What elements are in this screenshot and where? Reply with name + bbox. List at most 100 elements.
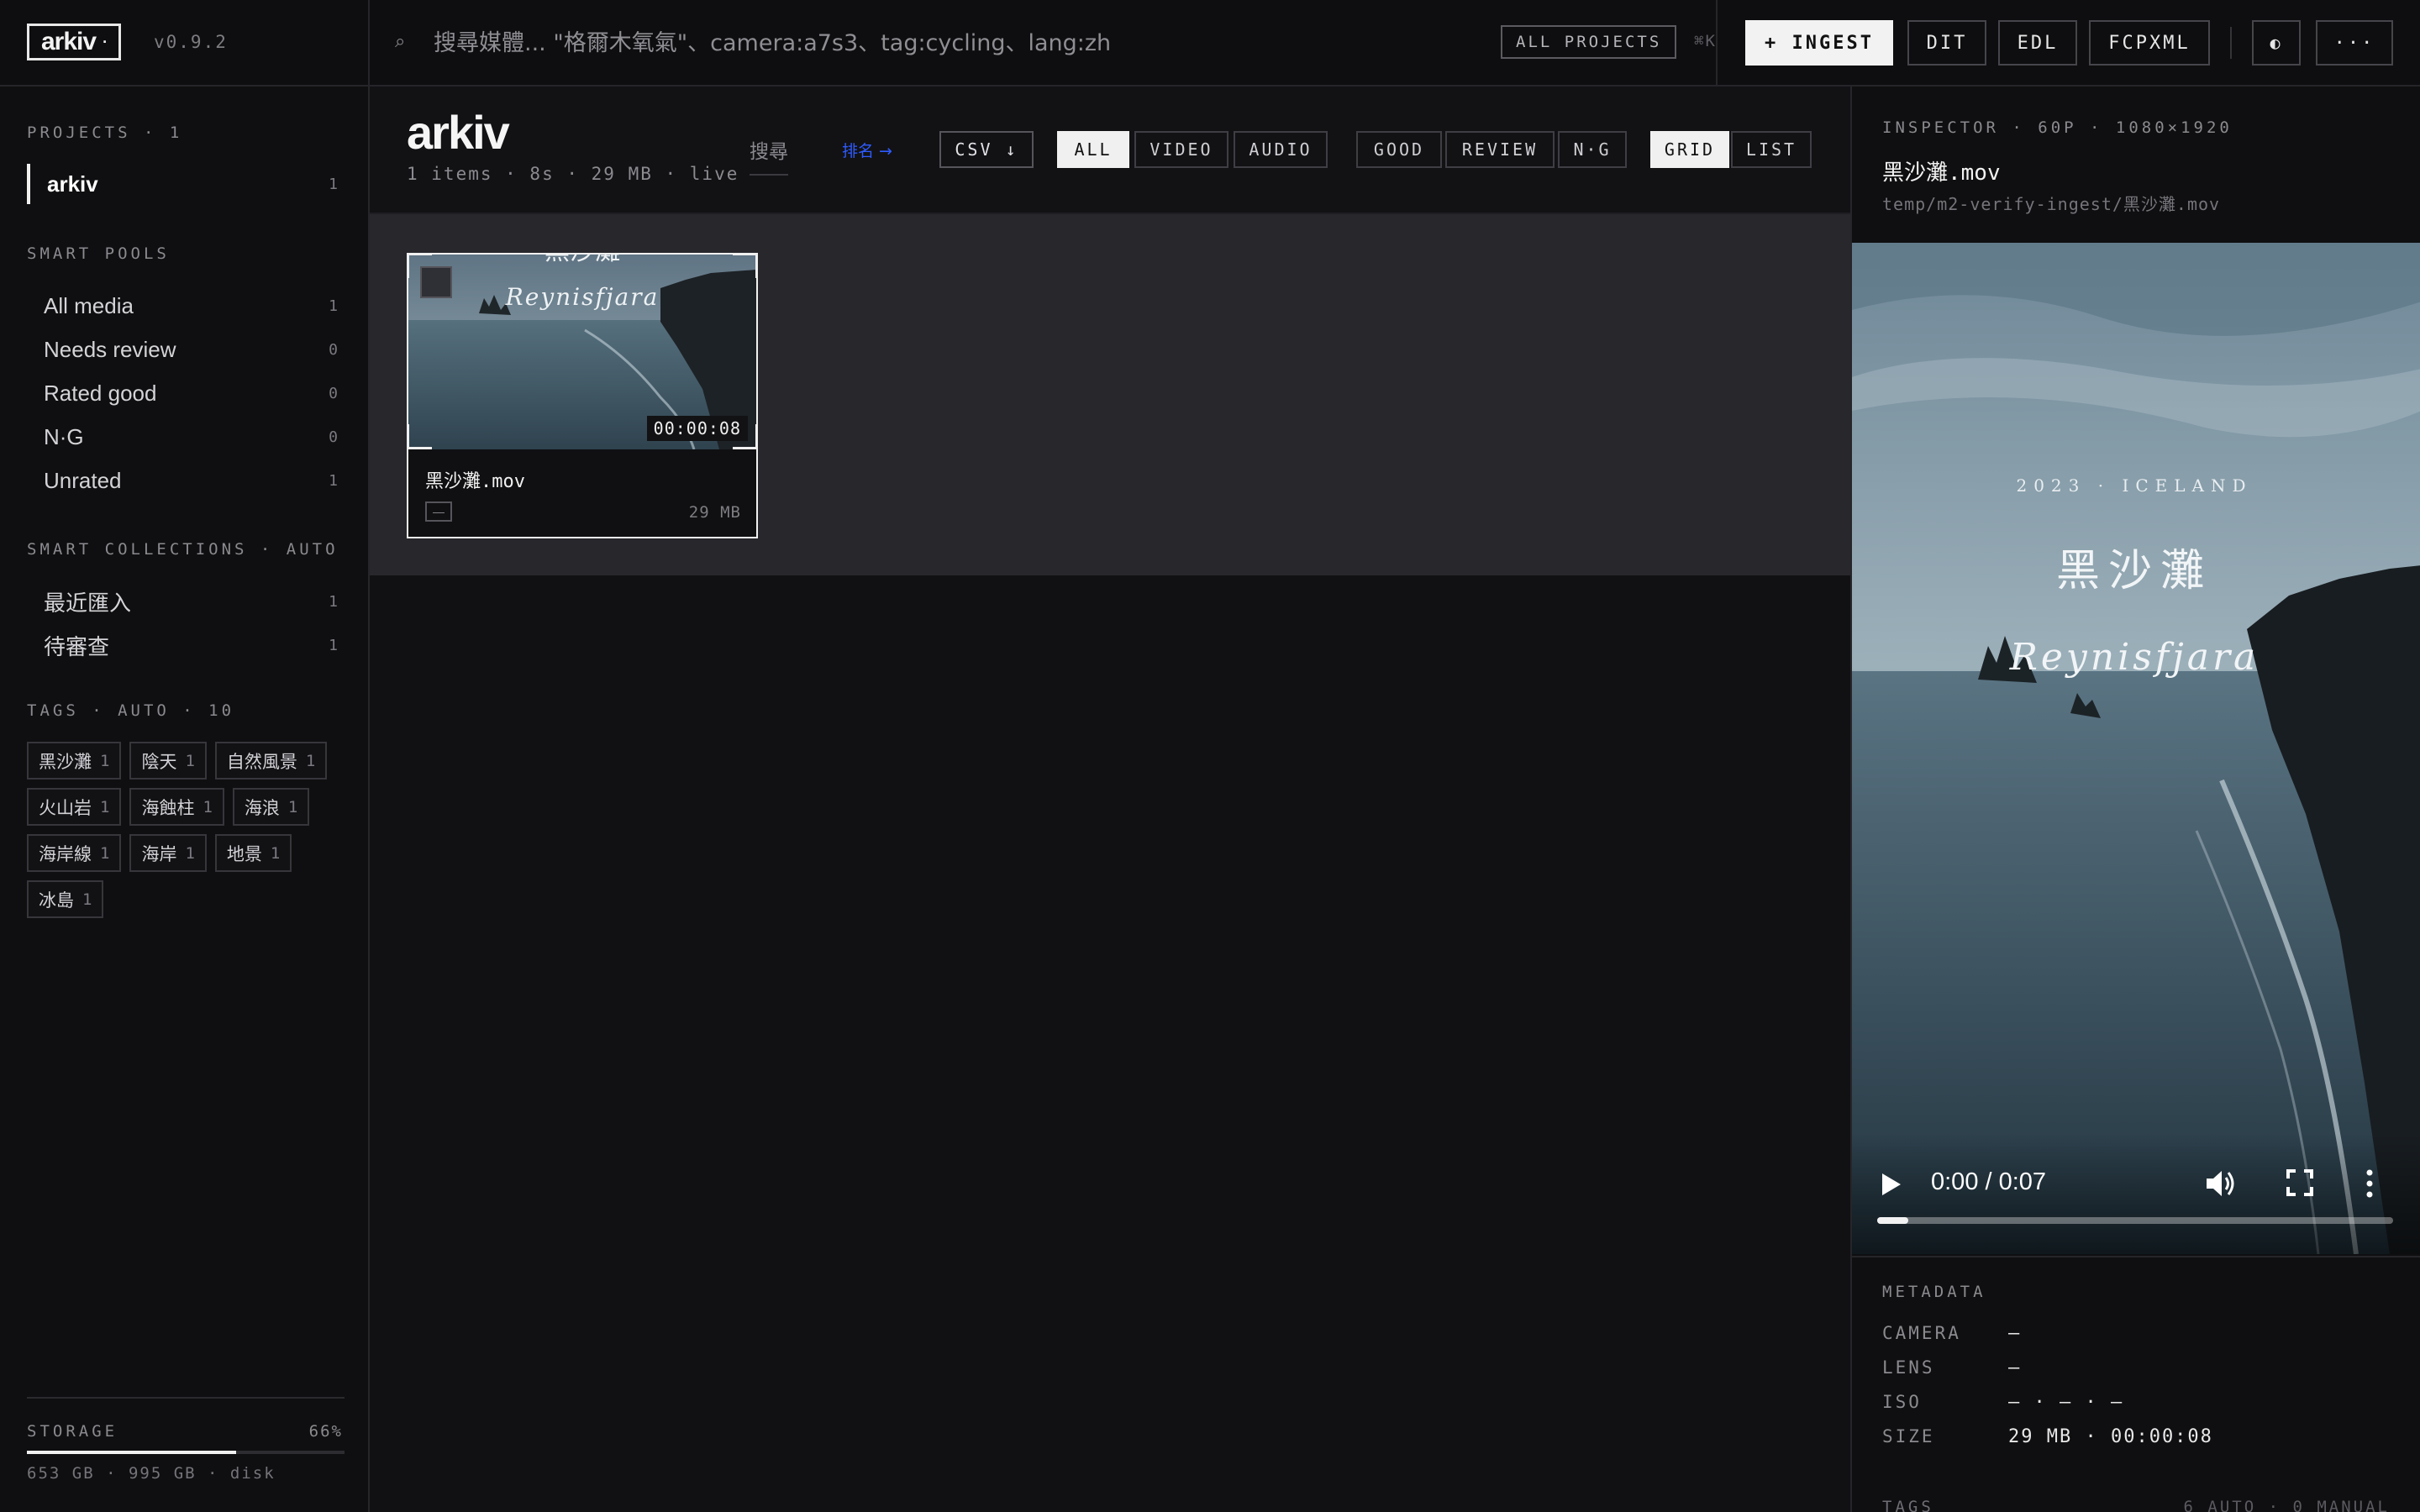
sidebar-item-count: 1 [329, 175, 338, 193]
inspector-tags-counts: 6 AUTO · 0 MANUAL [2183, 1498, 2390, 1512]
media-thumbnail[interactable]: 黑沙灘 Reynisfjara 00:00:08 [408, 255, 756, 449]
tag-chip[interactable]: 海浪 1 [232, 788, 310, 826]
sidebar-item-project-arkiv[interactable]: arkiv 1 [27, 164, 338, 204]
video-overline: 2023 · ICELAND [2016, 475, 2252, 496]
search-input[interactable] [434, 25, 1526, 60]
filter-all[interactable]: ALL [1057, 131, 1129, 168]
sidebar-item-count: 0 [329, 428, 338, 446]
main-panel: arkiv 1 items · 8s · 29 MB · live 搜尋 排名 … [370, 87, 1850, 1512]
storage-percent: 66% [308, 1422, 343, 1441]
filter-video[interactable]: VIDEO [1134, 131, 1228, 168]
metadata-value: — [2008, 1357, 2022, 1378]
view-grid-button[interactable]: GRID [1650, 131, 1729, 168]
filter-audio[interactable]: AUDIO [1234, 131, 1328, 168]
sidebar-item-label: All media [44, 292, 134, 318]
tag-chip[interactable]: 海岸線 1 [27, 834, 122, 872]
logo-mark: · [103, 33, 108, 50]
more-options-icon[interactable] [2363, 1168, 2376, 1199]
version-label: v0.9.2 [154, 32, 228, 52]
tag-chip[interactable]: 冰島 1 [27, 880, 104, 918]
video-controls: 0:00 / 0:07 [1852, 1153, 2420, 1254]
fullscreen-icon[interactable] [2286, 1168, 2314, 1197]
sidebar-item-count: 0 [329, 384, 338, 402]
tag-count: 1 [287, 797, 298, 816]
sidebar-item-count: 1 [329, 297, 338, 315]
sidebar-item-label: arkiv [47, 171, 98, 197]
storage-detail: 653 GB · 995 GB · disk [27, 1464, 276, 1483]
sort-link[interactable]: 排名 → [842, 139, 892, 161]
view-list-button[interactable]: LIST [1731, 131, 1812, 168]
metadata-key: SIZE [1882, 1426, 1935, 1446]
tag-chip[interactable]: 陰天 1 [129, 742, 207, 780]
sidebar-item-pending-review[interactable]: 待審查 1 [27, 625, 338, 665]
video-scrubber[interactable] [1877, 1217, 2393, 1224]
metadata-key: ISO [1882, 1392, 1922, 1412]
tags-heading: TAGS · AUTO · 10 [27, 701, 235, 720]
tag-chip[interactable]: 海蝕柱 1 [129, 788, 224, 826]
inspector-panel: INSPECTOR · 60P · 1080×1920 黑沙灘.mov temp… [1850, 87, 2420, 1512]
corner-mark [407, 253, 432, 278]
storage-bar [27, 1451, 345, 1454]
play-icon[interactable] [1879, 1172, 1902, 1197]
sidebar-item-all-media[interactable]: All media 1 [27, 286, 338, 326]
smart-pools-heading: SMART POOLS [27, 244, 170, 263]
global-search: ⌕ ALL PROJECTS ⌘K [370, 0, 1718, 87]
dit-button[interactable]: DIT [1907, 20, 1986, 66]
app-logo[interactable]: arkiv · [27, 24, 122, 60]
filter-good[interactable]: GOOD [1356, 131, 1442, 168]
ingest-button[interactable]: + INGEST [1745, 20, 1893, 66]
video-scrubber-fill [1877, 1217, 1908, 1224]
tag-label: 冰島 [39, 890, 74, 911]
sidebar: PROJECTS · 1 arkiv 1 SMART POOLS All med… [0, 87, 370, 1512]
all-projects-button[interactable]: ALL PROJECTS [1501, 25, 1677, 59]
rating-button[interactable]: — [425, 501, 452, 522]
tag-label: 海蝕柱 [141, 797, 195, 818]
tag-chip[interactable]: 自然風景 1 [214, 742, 328, 780]
tag-label: 陰天 [141, 751, 177, 772]
tag-count: 1 [270, 843, 281, 863]
main-header: arkiv 1 items · 8s · 29 MB · live 搜尋 排名 … [370, 87, 1850, 214]
sidebar-item-no-good[interactable]: N·G 0 [27, 417, 338, 457]
edl-button[interactable]: EDL [1998, 20, 2077, 66]
inspector-path: temp/m2-verify-ingest/黑沙灘.mov [1882, 194, 2221, 214]
tag-count: 1 [185, 843, 195, 863]
corner-mark [407, 424, 432, 449]
tag-chip[interactable]: 黑沙灘 1 [27, 742, 122, 780]
sidebar-item-unrated[interactable]: Unrated 1 [27, 460, 338, 501]
shortcut-hint: ⌘K [1694, 32, 1716, 50]
sidebar-item-rated-good[interactable]: Rated good 0 [27, 373, 338, 413]
media-card[interactable]: 黑沙灘 Reynisfjara 00:00:08 黑沙灘.mov — 29 MB [407, 253, 758, 538]
sidebar-item-label: 最近匯入 [44, 591, 132, 617]
top-bar: arkiv · v0.9.2 ⌕ ALL PROJECTS ⌘K + INGES… [0, 0, 2420, 87]
filter-review[interactable]: REVIEW [1445, 131, 1555, 168]
smart-collections-heading: SMART COLLECTIONS · AUTO [27, 540, 339, 559]
thumbnail-subtitle: Reynisfjara [505, 283, 660, 311]
storage-divider [27, 1397, 345, 1399]
csv-export-button[interactable]: CSV ↓ [939, 131, 1034, 168]
video-player[interactable]: 2023 · ICELAND 黑沙灘 Reynisfjara 0:00 / 0:… [1852, 243, 2420, 1254]
tag-count: 1 [185, 751, 195, 770]
volume-icon[interactable] [2203, 1167, 2237, 1200]
tag-chip[interactable]: 海岸 1 [129, 834, 207, 872]
storage-label: STORAGE [27, 1422, 118, 1441]
more-menu-button[interactable]: ··· [2316, 20, 2393, 66]
filter-no-good[interactable]: N·G [1558, 131, 1627, 168]
metadata-key: LENS [1882, 1357, 1935, 1378]
thumbnail-title: 黑沙灘 [544, 255, 620, 266]
tab-search[interactable]: 搜尋 [750, 135, 788, 176]
sidebar-item-needs-review[interactable]: Needs review 0 [27, 329, 338, 370]
metadata-row-iso: ISO — · — · — [1882, 1385, 2403, 1419]
tag-chip[interactable]: 火山岩 1 [27, 788, 122, 826]
metadata-divider [1852, 1256, 2420, 1257]
video-title: 黑沙灘 [2056, 546, 2212, 596]
corner-mark [733, 253, 758, 278]
tag-chip[interactable]: 地景 1 [214, 834, 292, 872]
fcpxml-button[interactable]: FCPXML [2089, 20, 2210, 66]
sidebar-item-recent-imports[interactable]: 最近匯入 1 [27, 581, 338, 622]
metadata-row-camera: CAMERA — [1882, 1316, 2403, 1350]
tag-count: 1 [100, 843, 110, 863]
media-size: 29 MB [688, 503, 741, 522]
theme-toggle-button[interactable]: ◐ [2252, 20, 2301, 66]
page-title: arkiv [407, 106, 510, 159]
tag-label: 黑沙灘 [39, 751, 92, 772]
